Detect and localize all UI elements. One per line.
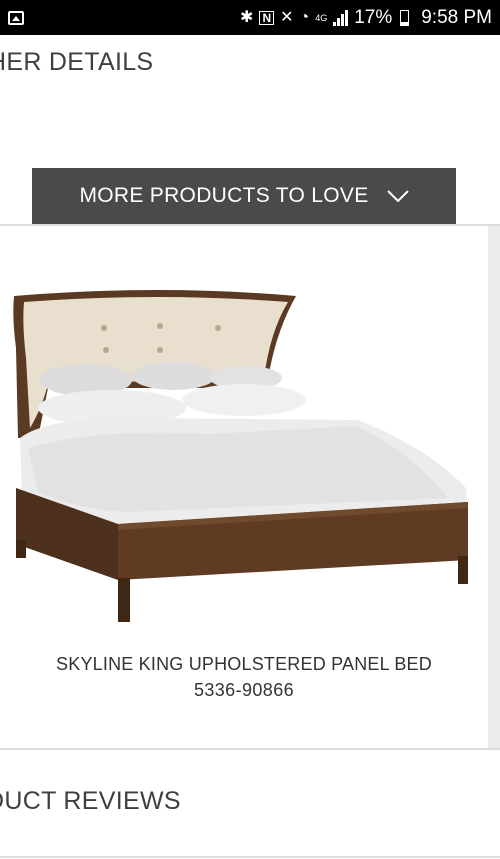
- product-sku: 5336-90866: [193, 680, 295, 700]
- next-card-edge[interactable]: [488, 226, 500, 748]
- battery-percent: 17%: [354, 6, 393, 28]
- status-bar-left: [8, 10, 24, 25]
- other-details-heading[interactable]: HER DETAILS: [0, 48, 153, 77]
- chevron-down-icon: [386, 190, 409, 202]
- status-bar-right: ✱ N ✕ ◔ 4G 17% 9:58 PM: [240, 7, 492, 29]
- mute-icon: ✕: [280, 8, 294, 26]
- product-image[interactable]: [8, 288, 476, 628]
- product-reviews-heading[interactable]: DUCT REVIEWS: [0, 787, 181, 816]
- divider: [0, 748, 500, 750]
- more-products-label: MORE PRODUCTS TO LOVE: [79, 184, 369, 207]
- signal-icon: [333, 9, 349, 26]
- bluetooth-icon: ✱: [240, 8, 254, 26]
- gallery-icon: [8, 10, 24, 25]
- battery-fill: [401, 22, 409, 25]
- battery-icon: [400, 9, 410, 26]
- nfc-icon: N: [259, 10, 275, 25]
- more-products-button[interactable]: MORE PRODUCTS TO LOVE: [32, 168, 456, 224]
- product-name[interactable]: SKYLINE KING UPHOLSTERED PANEL BED: [0, 654, 488, 675]
- status-bar: ✱ N ✕ ◔ 4G 17% 9:58 PM: [0, 0, 500, 35]
- divider: [0, 856, 500, 858]
- network-type-label: 4G: [315, 12, 328, 23]
- wifi-icon: ◔: [299, 8, 310, 26]
- product-card[interactable]: SKYLINE KING UPHOLSTERED PANEL BED 5336-…: [0, 226, 488, 748]
- clock: 9:58 PM: [421, 6, 492, 28]
